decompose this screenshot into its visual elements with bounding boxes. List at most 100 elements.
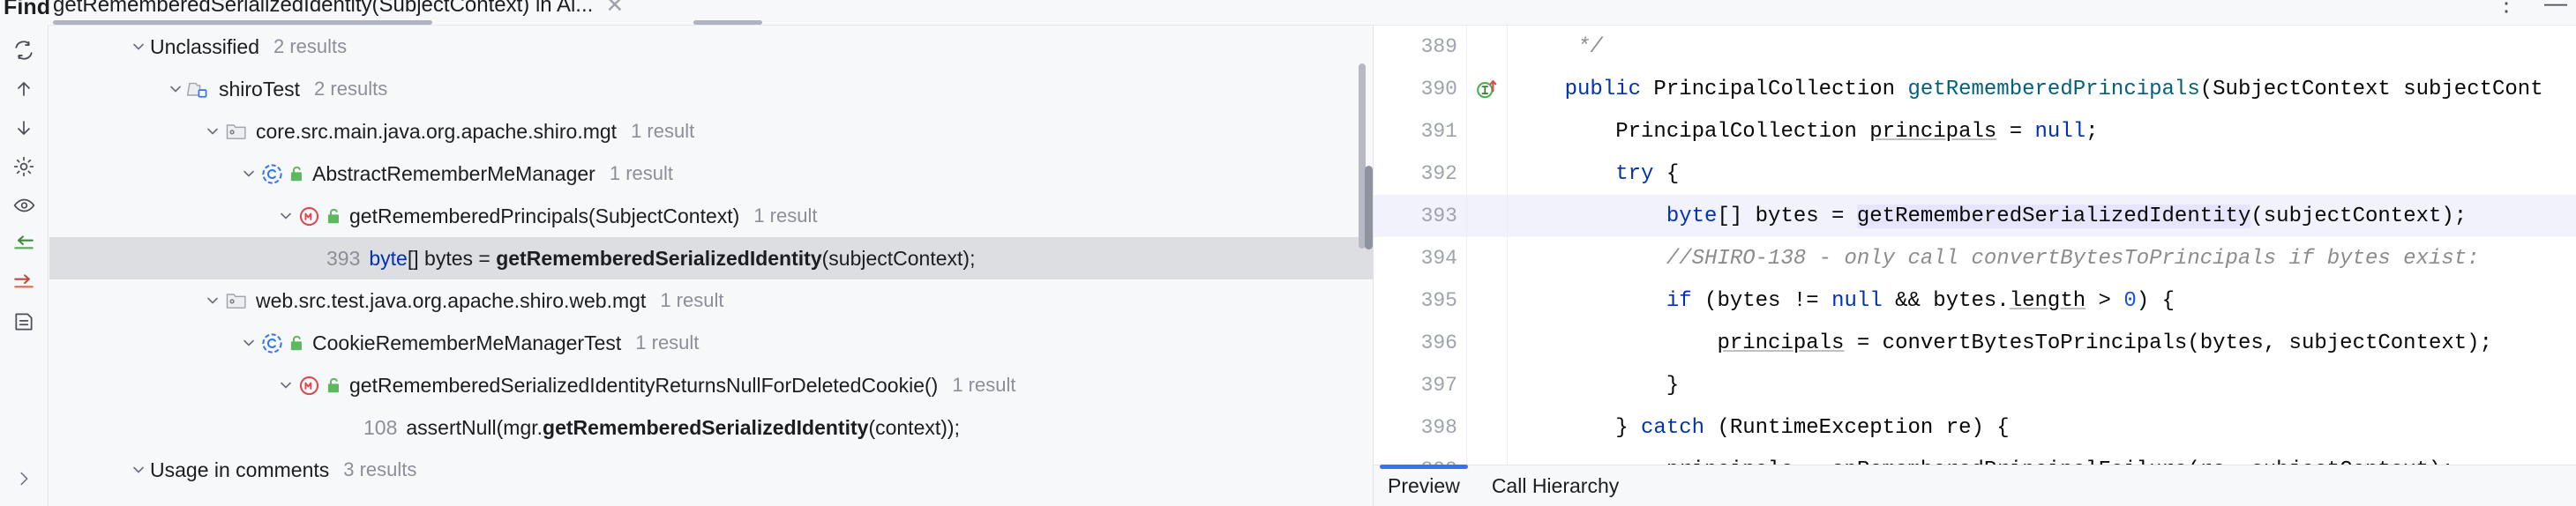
chevron-down-icon[interactable] (237, 162, 260, 185)
rerun-search-icon[interactable] (7, 35, 41, 65)
editor-line[interactable]: 395 if (bytes != null && bytes.length > … (1374, 279, 2576, 322)
editor-line[interactable]: 396 principals = convertBytesToPrincipal… (1374, 322, 2576, 364)
export-to-text-icon[interactable] (7, 307, 41, 337)
editor-code-text: } (1514, 373, 1680, 398)
tool-window-title: Find (4, 0, 51, 19)
tree-node-label: core.src.main.java.org.apache.shiro.mgt (256, 119, 618, 143)
result-count: 3 results (343, 458, 417, 480)
tree-node-row[interactable]: Usage in comments 3 results (49, 449, 1373, 491)
tree-node-label: getRememberedSerializedIdentityReturnsNu… (349, 373, 939, 397)
editor-code-text: principals = onRememberedPrincipalFailur… (1507, 458, 2454, 465)
line-number: 398 (1420, 416, 1457, 439)
next-occurrence-icon[interactable] (7, 113, 41, 143)
editor-code-text: */ (1514, 34, 1603, 59)
usage-line-number: 393 (326, 246, 361, 270)
line-number: 391 (1420, 120, 1457, 143)
settings-gear-icon[interactable] (7, 152, 41, 182)
usage-result-row[interactable]: 108 assertNull(mgr.getRememberedSerialize… (49, 406, 1373, 449)
editor-line[interactable]: 389 */ (1374, 26, 2576, 68)
chevron-down-icon[interactable] (201, 120, 224, 143)
tree-node-row[interactable]: web.src.test.java.org.apache.shiro.web.m… (49, 279, 1373, 322)
chevron-down-icon[interactable] (201, 289, 224, 312)
find-tool-window: Find getRememberedSerializedIdentity(Sub… (0, 0, 2576, 506)
show-write-access-icon[interactable] (7, 268, 41, 298)
result-count: 1 result (952, 374, 1016, 396)
more-options-icon[interactable]: ⋮ (2495, 0, 2518, 14)
line-number: 395 (1420, 289, 1457, 312)
override-method-icon[interactable] (1466, 76, 1507, 102)
tree-node-row[interactable]: AbstractRememberMeManager 1 result (49, 153, 1373, 195)
tree-node-row[interactable]: core.src.main.java.org.apache.shiro.mgt 1… (49, 110, 1373, 153)
result-count: 1 result (753, 205, 818, 227)
tree-node-row[interactable]: CookieRememberMeManagerTest 1 result (49, 322, 1373, 364)
tree-node-row[interactable]: shiroTest 2 results (49, 68, 1373, 110)
usage-code-snippet: assertNull(mgr.getRememberedSerializedId… (406, 415, 960, 439)
editor-line[interactable]: 392 try { (1374, 153, 2576, 195)
editor-line[interactable]: 394 //SHIRO-138 - only call convertBytes… (1374, 237, 2576, 279)
bottom-tab-call-hierarchy[interactable]: Call Hierarchy (1492, 474, 1619, 498)
method-icon (297, 205, 342, 228)
editor-line[interactable]: 397 } (1374, 364, 2576, 406)
usage-tab[interactable]: getRememberedSerializedIdentity(SubjectC… (53, 0, 624, 18)
line-number: 399 (1374, 458, 1466, 465)
line-number: 397 (1420, 374, 1457, 397)
bottom-tab-preview[interactable]: Preview (1388, 474, 1460, 498)
close-icon[interactable]: ✕ (605, 0, 624, 17)
line-number: 392 (1420, 162, 1457, 185)
active-tab-indicator (1380, 465, 1468, 469)
chevron-down-icon[interactable] (237, 331, 260, 354)
editor-scrollbar[interactable] (1365, 166, 1373, 249)
line-number: 393 (1420, 205, 1457, 227)
chevron-down-icon[interactable] (127, 458, 150, 481)
chevron-down-icon[interactable] (164, 78, 187, 100)
editor-line[interactable]: 393 byte[] bytes = getRememberedSerializ… (1374, 195, 2576, 237)
window-actions: ⋮ — (2495, 0, 2567, 14)
tree-node-row[interactable]: getRememberedSerializedIdentityReturnsNu… (49, 364, 1373, 406)
line-number: 394 (1420, 247, 1457, 270)
tree-node-label: AbstractRememberMeManager (312, 161, 595, 185)
editor-code-text: if (bytes != null && bytes.length > 0) { (1666, 288, 2175, 313)
tree-node-label: CookieRememberMeManagerTest (312, 331, 622, 354)
result-count: 1 result (631, 120, 695, 142)
chevron-down-icon[interactable] (274, 205, 297, 227)
line-number: 389 (1420, 35, 1457, 58)
chevron-down-icon[interactable] (127, 35, 150, 58)
usage-result-row[interactable]: 393 byte[] bytes = getRememberedSerialize… (49, 237, 1373, 279)
result-count: 1 result (609, 162, 673, 184)
minimize-icon[interactable]: — (2544, 0, 2567, 14)
tree-node-label: getRememberedPrincipals(SubjectContext) (349, 204, 740, 227)
editor-code-text: //SHIRO-138 - only call convertBytesToPr… (1514, 246, 2480, 271)
chevron-down-icon[interactable] (274, 374, 297, 397)
result-count: 1 result (635, 331, 700, 353)
editor-code-text: public PrincipalCollection getRemembered… (1564, 77, 2543, 101)
editor-code-text: try { (1615, 161, 1680, 186)
tree-node-label: Usage in comments (150, 458, 330, 481)
editor-code-text: PrincipalCollection principals = null; (1514, 119, 2099, 144)
editor-code-text: byte[] bytes = getRememberedSerializedId… (1666, 204, 2467, 228)
show-read-access-icon[interactable] (7, 229, 41, 259)
tree-node-label: shiroTest (219, 77, 301, 100)
code-preview-editor[interactable]: 389 */390 public PrincipalCollection get… (1374, 26, 2576, 465)
editor-line[interactable]: 390 public PrincipalCollection getRememb… (1374, 68, 2576, 110)
expand-rail-icon[interactable] (7, 464, 41, 494)
tree-node-row[interactable]: Unclassified 2 results (49, 26, 1373, 68)
editor-line[interactable]: 399 principals = onRememberedPrincipalFa… (1374, 449, 2576, 465)
class-icon (260, 331, 305, 355)
gutter-divider (1466, 26, 1467, 465)
editor-line[interactable]: 398 } catch (RuntimeException re) { (1374, 406, 2576, 449)
result-count: 2 results (273, 35, 348, 57)
tree-node-row[interactable]: getRememberedPrincipals(SubjectContext) 1… (49, 195, 1373, 237)
preview-eye-icon[interactable] (7, 190, 41, 220)
result-count: 1 result (660, 289, 724, 311)
editor-code-text: principals = convertBytesToPrincipals(by… (1717, 331, 2492, 355)
usages-tree[interactable]: Unclassified 2 results shiroTest 2 results c… (49, 26, 1373, 506)
usage-tab-label: getRememberedSerializedIdentity(SubjectC… (53, 0, 594, 17)
editor-code-text: } catch (RuntimeException re) { (1514, 415, 2010, 440)
previous-occurrence-icon[interactable] (7, 74, 41, 104)
line-number: 390 (1420, 78, 1457, 100)
editor-line[interactable]: 391 PrincipalCollection principals = nul… (1374, 110, 2576, 153)
tree-node-label: web.src.test.java.org.apache.shiro.web.m… (256, 288, 647, 312)
result-count: 2 results (314, 78, 388, 100)
